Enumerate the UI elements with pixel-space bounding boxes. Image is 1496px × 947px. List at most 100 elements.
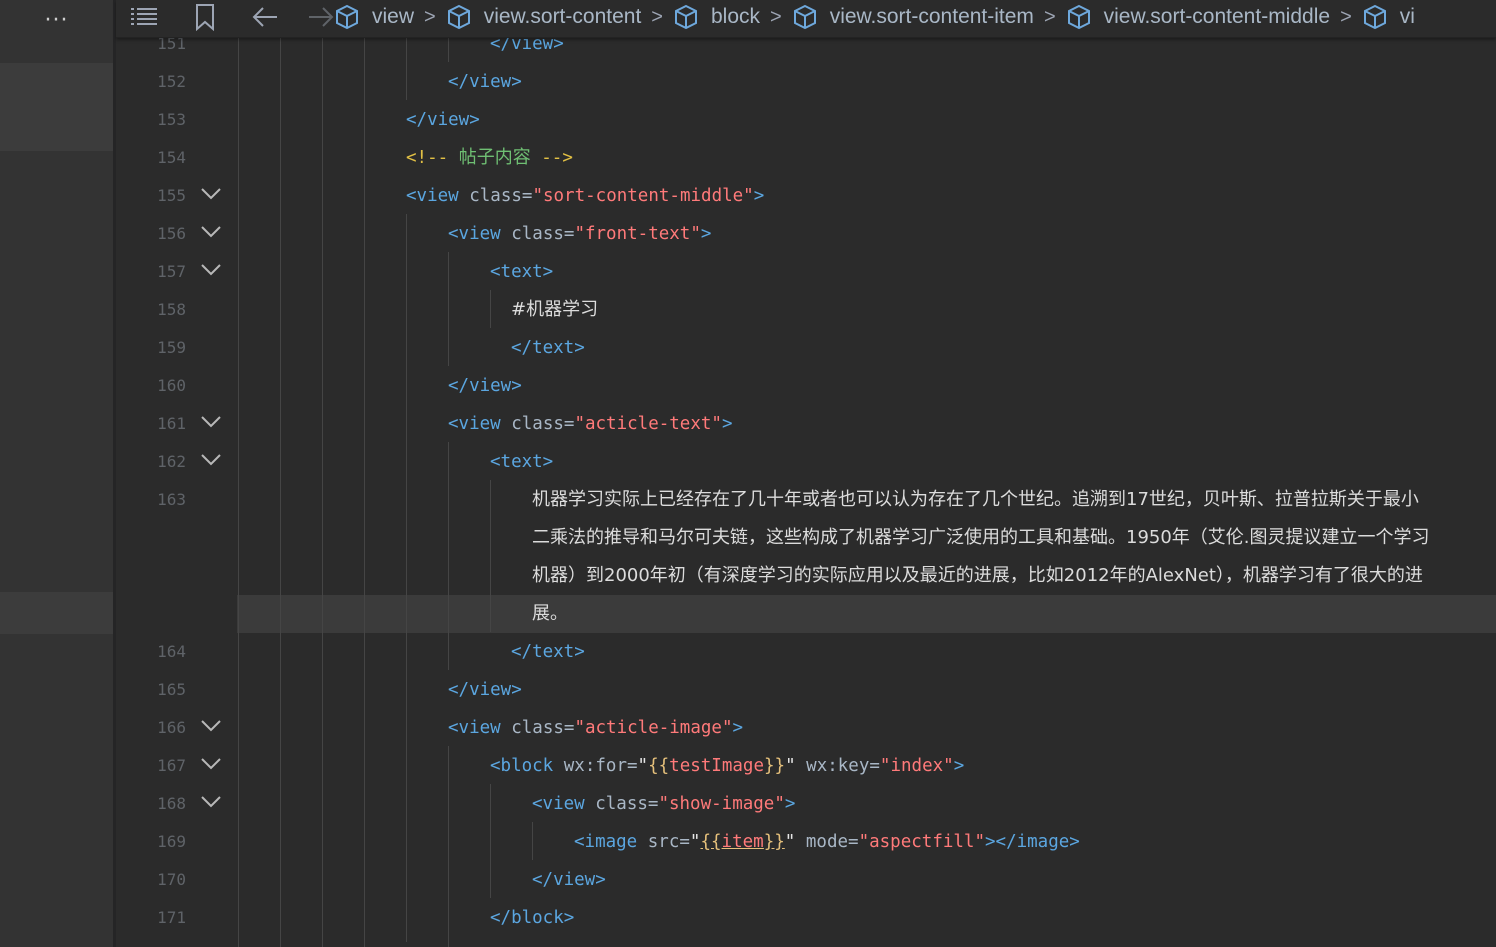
- breadcrumb-label: vi: [1399, 5, 1415, 28]
- code-token: item: [721, 832, 764, 852]
- breadcrumb-item-sort-content-middle[interactable]: view.sort-content-middle: [1066, 4, 1330, 30]
- chevron-down-icon[interactable]: [200, 795, 222, 809]
- line-number-gutter: 151 152 153 154 155 156 157 158 159 160 …: [116, 34, 237, 947]
- line-number: 157: [157, 262, 186, 281]
- code-token: #机器学习: [511, 299, 599, 320]
- code-token: ": [637, 756, 649, 776]
- code-line: </block>: [490, 899, 574, 937]
- activity-selection: [0, 63, 113, 151]
- breadcrumb: view > view.sort-content > block > view.…: [334, 0, 1415, 34]
- code-token: </view>: [448, 376, 522, 396]
- list-icon[interactable]: [128, 3, 160, 31]
- code-token: <image: [574, 832, 638, 852]
- chevron-down-icon[interactable]: [200, 415, 222, 429]
- forward-arrow-icon[interactable]: [306, 3, 336, 31]
- code-token: "acticle-image": [574, 718, 733, 738]
- chevron-down-icon[interactable]: [200, 225, 222, 239]
- code-line: #机器学习: [511, 291, 598, 329]
- cube-icon: [1067, 4, 1090, 30]
- code-line: </view>: [448, 671, 522, 709]
- editor-toolbar: view > view.sort-content > block > view.…: [116, 0, 1496, 38]
- breadcrumb-label: block: [710, 5, 760, 28]
- code-token: "front-text": [574, 224, 701, 244]
- code-editor[interactable]: </view> </view> </view> <!-- 帖子内容 --> <v…: [237, 37, 1496, 947]
- code-line: </text>: [511, 329, 585, 367]
- code-token: <!--: [406, 148, 449, 168]
- code-token: <view: [448, 718, 501, 738]
- code-token: </view>: [448, 72, 522, 92]
- indent-guide: [448, 442, 449, 670]
- breadcrumb-item-block[interactable]: block: [673, 4, 760, 30]
- cube-icon: [447, 4, 470, 30]
- indent-guide: [322, 37, 323, 947]
- indent-guide: [448, 252, 449, 366]
- code-token: <view: [448, 414, 501, 434]
- code-token: }}: [763, 756, 786, 776]
- line-number: 153: [157, 110, 186, 129]
- indent-guide: [406, 37, 407, 100]
- code-token: class=: [511, 718, 575, 738]
- wrapped-text-line: 机器学习实际上已经存在了几十年或者也可以认为存在了几个世纪。追溯到17世纪，贝叶…: [532, 489, 1419, 510]
- line-number: 170: [157, 870, 186, 889]
- chevron-down-icon[interactable]: [200, 453, 222, 467]
- code-token: "aspectfill": [858, 832, 985, 852]
- code-token: "index": [879, 756, 954, 776]
- code-token: {{: [648, 756, 670, 776]
- code-token: </block>: [490, 908, 575, 928]
- line-number: 163: [157, 490, 186, 509]
- line-number: 171: [157, 908, 186, 927]
- code-token: ></image>: [985, 832, 1080, 852]
- line-number: 158: [157, 300, 186, 319]
- line-number: 165: [157, 680, 186, 699]
- indent-guide: [490, 290, 491, 328]
- code-token: "acticle-text": [574, 414, 722, 434]
- indent-guide: [280, 37, 281, 947]
- breadcrumb-label: view.sort-content: [483, 5, 642, 28]
- breadcrumb-item-view[interactable]: view: [334, 4, 414, 30]
- code-line: </view>: [532, 861, 606, 899]
- code-token: class=: [511, 414, 575, 434]
- breadcrumb-item-sort-content-item[interactable]: view.sort-content-item: [792, 4, 1034, 30]
- indent-guide: [448, 37, 449, 62]
- chevron-down-icon[interactable]: [200, 187, 222, 201]
- breadcrumb-label: view.sort-content-middle: [1103, 5, 1331, 28]
- code-token: </text>: [511, 338, 585, 358]
- chevron-down-icon[interactable]: [200, 757, 222, 771]
- chevron-down-icon[interactable]: [200, 719, 222, 733]
- breadcrumb-label: view.sort-content-item: [829, 5, 1034, 28]
- wrapped-text-line: 展。: [532, 603, 568, 624]
- cube-icon: [336, 4, 358, 30]
- cube-icon: [1363, 4, 1386, 30]
- line-number: 155: [157, 186, 186, 205]
- indent-guide: [364, 37, 365, 947]
- line-number: 152: [157, 72, 186, 91]
- code-token: </view>: [448, 680, 522, 700]
- back-arrow-icon[interactable]: [250, 3, 280, 31]
- code-token: >: [721, 414, 733, 434]
- line-number: 161: [157, 414, 186, 433]
- code-token: <text>: [490, 262, 554, 282]
- code-token: {{: [700, 832, 722, 852]
- chevron-right-icon: >: [651, 5, 663, 28]
- more-actions-button[interactable]: ···: [0, 8, 113, 33]
- indent-guide: [238, 37, 239, 947]
- code-token: class=: [469, 186, 533, 206]
- code-line: <view class="sort-content-middle">: [406, 177, 764, 215]
- code-token: mode=: [805, 832, 859, 852]
- chevron-right-icon: >: [1340, 5, 1352, 28]
- code-token: "show-image": [658, 794, 785, 814]
- indent-guide: [532, 822, 533, 860]
- code-token: class=: [511, 224, 575, 244]
- code-token: wx:for=: [563, 756, 638, 776]
- code-token: ": [785, 756, 796, 776]
- line-number: 162: [157, 452, 186, 471]
- indent-guide: [406, 214, 407, 942]
- chevron-down-icon[interactable]: [200, 263, 222, 277]
- code-token: ": [784, 832, 796, 852]
- code-token: }}: [763, 832, 785, 852]
- breadcrumb-item-overflow[interactable]: vi: [1362, 4, 1415, 30]
- chevron-right-icon: >: [424, 5, 436, 28]
- bookmark-icon[interactable]: [192, 3, 218, 31]
- code-token: <text>: [490, 452, 554, 472]
- breadcrumb-item-sort-content[interactable]: view.sort-content: [446, 4, 642, 30]
